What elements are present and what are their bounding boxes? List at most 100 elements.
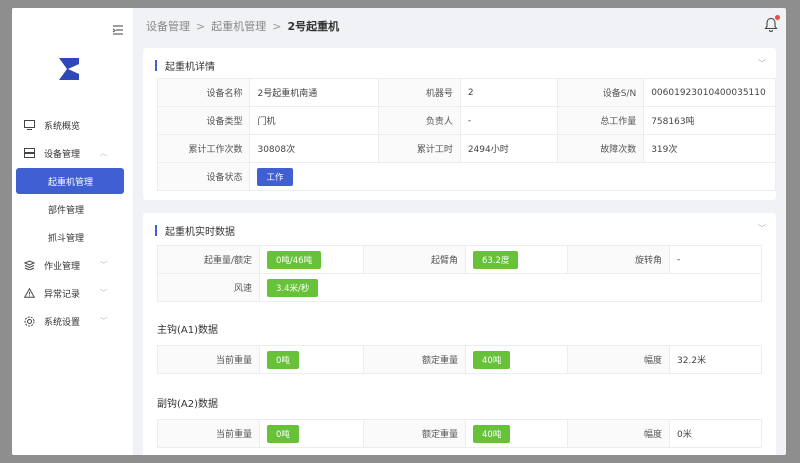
settings-icon xyxy=(23,315,35,327)
field-label: 额定重量 xyxy=(363,419,466,448)
field-label: 起臂角 xyxy=(363,245,466,274)
field-label: 设备类型 xyxy=(156,106,251,135)
value-tag: 40吨 xyxy=(473,424,511,443)
menu-collapse-icon[interactable] xyxy=(112,24,124,36)
field-label: 故障次数 xyxy=(557,134,645,163)
field-label: 当前重量 xyxy=(157,345,260,374)
card-title-text: 起重机详情 xyxy=(165,62,215,73)
field-label: 当前重量 xyxy=(157,419,260,448)
sidebar-item-overview[interactable]: 系统概览 xyxy=(12,112,134,138)
chevron-down-icon: ﹀ xyxy=(100,317,107,325)
value-tag: 0吨 xyxy=(267,424,299,443)
table-row: 当前重量 0吨 额定重量 40吨 幅度 0米 xyxy=(157,419,762,448)
table-row: 起重量/额定 0吨/46吨 起臂角 63.2度 旋转角 - xyxy=(157,245,762,274)
field-value: 0吨 xyxy=(259,345,364,374)
table-row: 风速 3.4米/秒 xyxy=(157,273,762,302)
field-value: 2号起重机南通 xyxy=(249,78,380,107)
value-tag: 3.4米/秒 xyxy=(267,278,319,297)
field-label: 累计工作次数 xyxy=(156,134,251,163)
field-label: 总工作量 xyxy=(557,106,645,135)
field-label: 设备状态 xyxy=(156,162,251,191)
sidebar-item-label: 系统设置 xyxy=(44,317,81,328)
card-title: 起重机详情 xyxy=(155,58,215,73)
value-tag: 0吨 xyxy=(267,350,299,369)
field-value: 门机 xyxy=(249,106,380,135)
field-value: 40吨 xyxy=(465,419,568,448)
chevron-down-icon: ﹀ xyxy=(100,261,107,269)
field-value: - xyxy=(459,106,559,135)
field-label: 累计工时 xyxy=(378,134,461,163)
field-value: 30808次 xyxy=(249,134,380,163)
title-accent-bar xyxy=(155,60,157,71)
field-value: 0米 xyxy=(669,419,762,448)
chevron-up-icon: ︿ xyxy=(100,149,107,157)
field-label: 设备名称 xyxy=(156,78,251,107)
sidebar-item-label: 异常记录 xyxy=(44,289,81,300)
field-value: 319次 xyxy=(643,134,776,163)
logo xyxy=(59,58,79,80)
field-label: 幅度 xyxy=(567,419,670,448)
crane-details-card: 起重机详情 ﹀ 设备名称 2号起重机南通 机器号 2 设备S/N 0060192… xyxy=(143,48,776,200)
field-value: 0吨/46吨 xyxy=(259,245,364,274)
chevron-down-icon[interactable]: ﹀ xyxy=(758,58,766,69)
field-label: 额定重量 xyxy=(363,345,466,374)
details-table: 设备名称 2号起重机南通 机器号 2 设备S/N 006019230104000… xyxy=(156,78,776,191)
field-value: 00601923010400035110 xyxy=(643,78,776,107)
table-row: 设备状态 工作 xyxy=(156,162,776,191)
monitor-icon xyxy=(23,119,35,131)
value-tag: 0吨/46吨 xyxy=(267,250,322,269)
sidebar-item-label: 部件管理 xyxy=(48,205,85,216)
main-hook-title: 主钩(A1)数据 xyxy=(157,325,219,336)
warning-icon xyxy=(23,287,35,299)
sidebar-item-label: 设备管理 xyxy=(44,149,81,160)
sidebar-item-exception[interactable]: 异常记录 ﹀ xyxy=(12,280,134,306)
aux-hook-table: 当前重量 0吨 额定重量 40吨 幅度 0米 xyxy=(157,419,762,448)
field-value: 63.2度 xyxy=(465,245,568,274)
breadcrumb-separator: > xyxy=(196,19,206,33)
field-label: 风速 xyxy=(157,273,260,302)
sidebar-item-grab[interactable]: 抓斗管理 xyxy=(12,224,134,250)
breadcrumb-current: 2号起重机 xyxy=(287,20,340,33)
crane-realtime-card: 起重机实时数据 ﹀ 起重量/额定 0吨/46吨 起臂角 63.2度 旋转角 - … xyxy=(143,213,776,455)
notification-dot xyxy=(775,15,780,20)
sidebar-item-task[interactable]: 作业管理 ﹀ xyxy=(12,252,134,278)
table-row: 设备类型 门机 负责人 - 总工作量 758163吨 xyxy=(156,106,776,135)
field-value: 2 xyxy=(459,78,559,107)
field-label: 旋转角 xyxy=(567,245,670,274)
sidebar-item-device[interactable]: 设备管理 ︿ xyxy=(12,140,134,166)
task-icon xyxy=(23,259,35,271)
sidebar-item-label: 系统概览 xyxy=(44,121,81,132)
table-row: 累计工作次数 30808次 累计工时 2494小时 故障次数 319次 xyxy=(156,134,776,163)
field-value: - xyxy=(669,245,762,274)
field-value: 2494小时 xyxy=(459,134,559,163)
breadcrumb-item-crane[interactable]: 起重机管理 xyxy=(211,18,266,34)
aux-hook-title: 副钩(A2)数据 xyxy=(157,399,219,410)
card-title-text: 起重机实时数据 xyxy=(165,227,235,238)
field-value: 32.2米 xyxy=(669,345,762,374)
status-badge: 工作 xyxy=(257,167,293,186)
field-label: 机器号 xyxy=(378,78,461,107)
value-tag: 63.2度 xyxy=(473,250,519,269)
field-label: 幅度 xyxy=(567,345,670,374)
card-title: 起重机实时数据 xyxy=(155,223,235,238)
status-cell: 工作 xyxy=(249,162,776,191)
table-row: 当前重量 0吨 额定重量 40吨 幅度 32.2米 xyxy=(157,345,762,374)
sidebar-item-parts[interactable]: 部件管理 xyxy=(12,196,134,222)
field-value: 3.4米/秒 xyxy=(259,273,762,302)
sidebar-item-label: 抓斗管理 xyxy=(48,233,85,244)
field-value: 0吨 xyxy=(259,419,364,448)
realtime-table: 起重量/额定 0吨/46吨 起臂角 63.2度 旋转角 - 风速 3.4米/秒 xyxy=(157,245,762,302)
sidebar-item-settings[interactable]: 系统设置 ﹀ xyxy=(12,308,134,334)
sidebar-item-crane[interactable]: 起重机管理 xyxy=(16,168,124,194)
sidebar-item-label: 起重机管理 xyxy=(48,177,94,188)
field-value: 40吨 xyxy=(465,345,568,374)
value-tag: 40吨 xyxy=(473,350,511,369)
breadcrumb-item-device[interactable]: 设备管理 xyxy=(146,18,190,34)
chevron-down-icon: ﹀ xyxy=(100,289,107,297)
field-label: 负责人 xyxy=(378,106,461,135)
chevron-down-icon[interactable]: ﹀ xyxy=(758,223,766,234)
field-label: 设备S/N xyxy=(557,78,645,107)
breadcrumb-separator: > xyxy=(272,19,282,33)
app-window: 系统概览 设备管理 ︿ 起重机管理 部件管理 抓斗管理 作业管理 ﹀ 异常记录 … xyxy=(12,8,786,455)
sidebar: 系统概览 设备管理 ︿ 起重机管理 部件管理 抓斗管理 作业管理 ﹀ 异常记录 … xyxy=(12,8,134,455)
